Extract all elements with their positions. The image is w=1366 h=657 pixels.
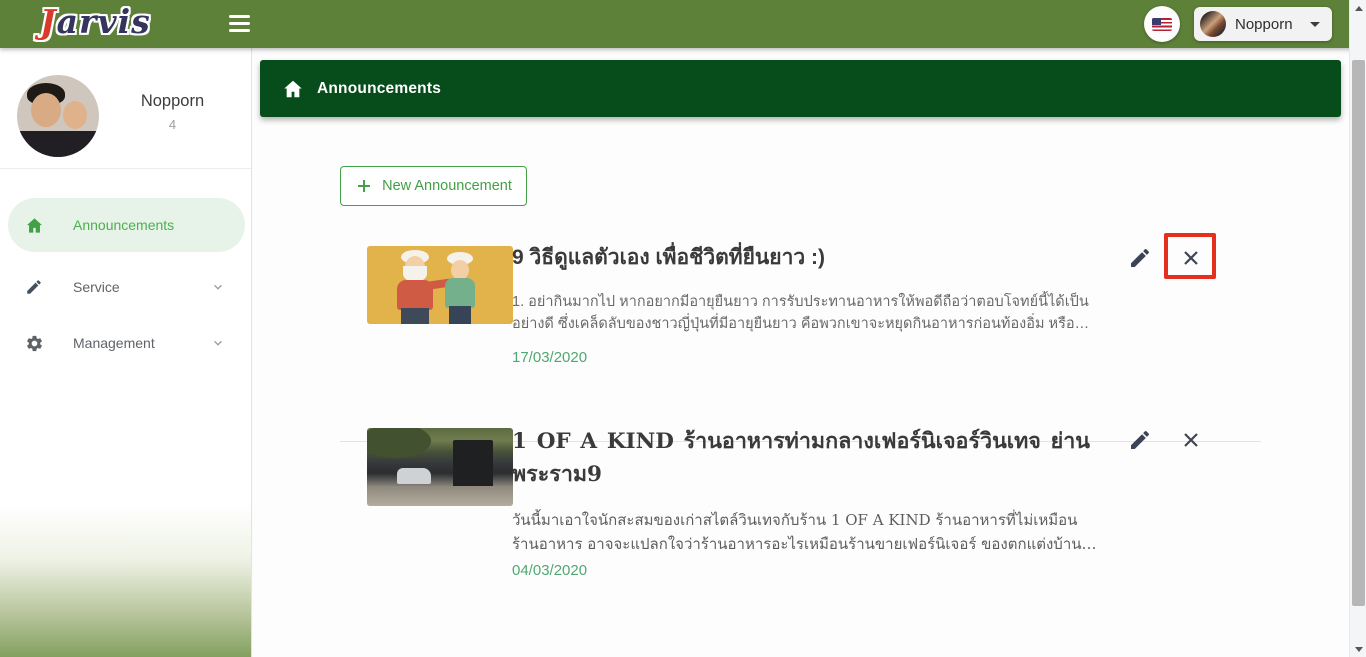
scrollbar-thumb[interactable]: [1352, 60, 1365, 606]
sidebar-item-label: Announcements: [73, 217, 225, 233]
logo-letter: J: [40, 2, 57, 41]
app-window: Jarvis Nopporn Nopporn 4 Announcements: [0, 0, 1366, 657]
profile-avatar: [17, 75, 99, 157]
user-menu-button[interactable]: Nopporn: [1194, 7, 1332, 41]
scroll-down-arrow-icon[interactable]: [1350, 641, 1366, 657]
jarvis-logo: Jarvis: [40, 2, 151, 41]
page-title: Announcements: [317, 80, 441, 98]
page-header: Announcements: [260, 60, 1341, 117]
announcement-title: 9 วิธีดูแลตัวเอง เพื่อชีวิตที่ยืนยาว :): [512, 243, 1102, 273]
topbar: Jarvis Nopporn: [0, 0, 1366, 48]
sidebar-item-management[interactable]: Management: [8, 316, 245, 370]
sidebar-item-label: Management: [73, 335, 211, 351]
announcement-body: วันนี้มาเอาใจนักสะสมของเก่าสไตล์วินเทจกั…: [512, 508, 1098, 556]
main-content: Announcements New Announcement 9 วิธีดูแ…: [253, 48, 1349, 657]
sidebar-item-announcements[interactable]: Announcements: [8, 198, 245, 252]
profile-count: 4: [100, 117, 245, 132]
announcement-thumbnail: [367, 246, 513, 324]
announcement-date: 04/03/2020: [512, 562, 587, 579]
plus-icon: [355, 177, 373, 195]
language-selector-button[interactable]: [1144, 6, 1180, 42]
highlight-box-annotation: [1164, 233, 1216, 279]
profile-name: Nopporn: [100, 92, 245, 111]
delete-button[interactable]: [1178, 427, 1204, 453]
announcement-thumbnail: [367, 428, 513, 506]
sidebar-divider: [0, 168, 251, 169]
chevron-down-icon: [1310, 22, 1320, 27]
edit-button[interactable]: [1127, 245, 1153, 271]
edit-button[interactable]: [1127, 427, 1153, 453]
announcement-date: 17/03/2020: [512, 349, 587, 366]
scroll-up-arrow-icon[interactable]: [1350, 0, 1366, 16]
user-avatar: [1200, 11, 1226, 37]
pencil-icon: [24, 277, 44, 297]
announcement-title: 1 OF A KIND ร้านอาหารท่ามกลางเฟอร์นิเจอร…: [512, 425, 1090, 491]
menu-toggle-icon[interactable]: [229, 15, 251, 33]
us-flag-icon: [1152, 18, 1172, 31]
user-name: Nopporn: [1235, 16, 1310, 33]
new-announcement-label: New Announcement: [382, 178, 512, 194]
new-announcement-button[interactable]: New Announcement: [340, 166, 527, 206]
logo-rest: arvis: [57, 2, 151, 41]
vertical-scrollbar[interactable]: [1349, 0, 1366, 657]
home-icon: [282, 78, 304, 100]
chevron-down-icon: [211, 280, 225, 294]
sidebar-item-label: Service: [73, 279, 211, 295]
home-icon: [24, 215, 44, 235]
sidebar-item-service[interactable]: Service: [8, 260, 245, 314]
announcement-body: 1. อย่ากินมากไป หากอยากมีอายุยืนยาว การร…: [512, 291, 1094, 335]
chevron-down-icon: [211, 336, 225, 350]
sidebar: Nopporn 4 Announcements Service Manageme…: [0, 48, 252, 657]
gear-icon: [24, 333, 44, 353]
